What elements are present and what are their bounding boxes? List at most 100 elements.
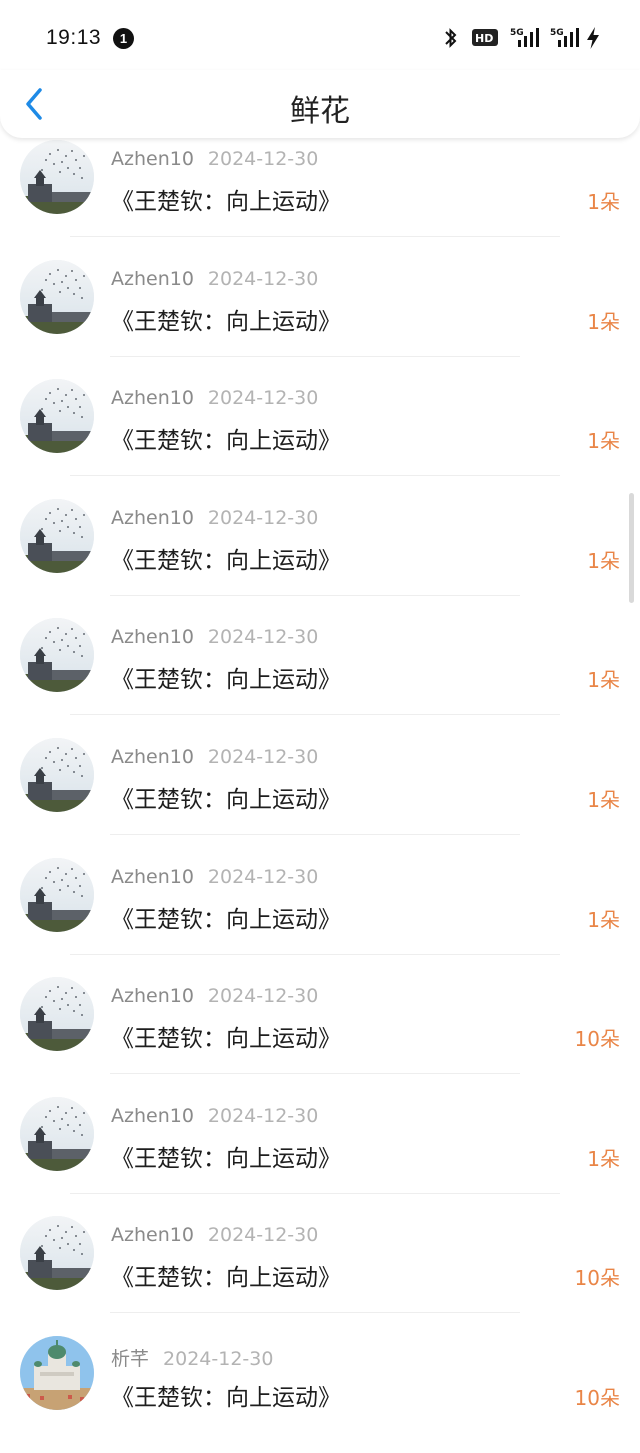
hd-voice-icon: HD — [472, 29, 498, 46]
flower-count: 1朵 — [587, 788, 620, 812]
username[interactable]: Azhen10 — [111, 985, 194, 1007]
item-meta: Azhen10 2024-12-30 — [111, 387, 318, 409]
item-title[interactable]: 《王楚钦：向上运动》 — [111, 421, 341, 455]
list-item[interactable]: Azhen10 2024-12-30 《王楚钦：向上运动》 1朵 — [0, 497, 640, 616]
avatar[interactable] — [20, 259, 94, 334]
scrollbar[interactable] — [629, 493, 634, 603]
list-item[interactable]: Azhen10 2024-12-30 《王楚钦：向上运动》 1朵 — [0, 616, 640, 735]
divider — [110, 1073, 520, 1075]
item-title[interactable]: 《王楚钦：向上运动》 — [111, 660, 341, 694]
date: 2024-12-30 — [207, 506, 319, 529]
avatar[interactable] — [20, 738, 94, 812]
item-meta: Azhen10 2024-12-30 — [111, 746, 318, 768]
date: 2024-12-30 — [207, 267, 319, 290]
5g-signal-icon: 5G — [510, 28, 539, 47]
divider — [110, 594, 520, 596]
flower-count: 1朵 — [587, 190, 620, 214]
avatar[interactable] — [20, 1096, 94, 1171]
date: 2024-12-30 — [207, 746, 319, 768]
list-item[interactable]: Azhen10 2024-12-30 《王楚钦：向上运动》 1朵 — [0, 736, 640, 855]
item-meta: Azhen10 2024-12-30 — [111, 507, 318, 529]
divider — [110, 355, 520, 357]
item-title[interactable]: 《王楚钦：向上运动》 — [111, 1378, 341, 1412]
username[interactable]: Azhen10 — [111, 268, 194, 290]
date: 2024-12-30 — [207, 148, 319, 170]
date: 2024-12-30 — [207, 387, 319, 410]
item-meta: Azhen10 2024-12-30 — [111, 148, 318, 170]
date: 2024-12-30 — [207, 1104, 319, 1127]
5g-signal-icon: 5G — [550, 28, 579, 47]
avatar[interactable] — [20, 1216, 94, 1291]
avatar[interactable] — [20, 977, 94, 1052]
item-meta: Azhen10 2024-12-30 — [111, 1224, 318, 1246]
status-time: 19:13 — [46, 26, 102, 49]
flower-count: 1朵 — [587, 548, 620, 573]
username[interactable]: Azhen10 — [111, 866, 194, 888]
flower-count: 1朵 — [587, 309, 620, 334]
avatar[interactable] — [20, 140, 94, 214]
item-title[interactable]: 《王楚钦：向上运动》 — [111, 302, 341, 336]
date: 2024-12-30 — [207, 1224, 319, 1247]
item-title[interactable]: 《王楚钦：向上运动》 — [111, 780, 341, 814]
list-item[interactable]: Azhen10 2024-12-30 《王楚钦：向上运动》 10朵 — [0, 975, 640, 1094]
flower-count: 10朵 — [574, 1386, 620, 1410]
divider — [70, 475, 560, 477]
flower-count: 1朵 — [587, 668, 620, 693]
flower-count: 1朵 — [587, 429, 620, 454]
date: 2024-12-30 — [207, 985, 319, 1008]
list-item[interactable]: Azhen10 2024-12-30 《王楚钦：向上运动》 1朵 — [0, 377, 640, 496]
list-item[interactable]: Azhen10 2024-12-30 《王楚钦：向上运动》 10朵 — [0, 1214, 640, 1333]
item-title[interactable]: 《王楚钦：向上运动》 — [111, 1139, 341, 1173]
item-meta: Azhen10 2024-12-30 — [111, 1105, 318, 1127]
date: 2024-12-30 — [163, 1348, 274, 1370]
flower-count: 1朵 — [587, 1146, 620, 1171]
date: 2024-12-30 — [207, 626, 319, 649]
item-title[interactable]: 《王楚钦：向上运动》 — [111, 541, 341, 575]
item-meta: Azhen10 2024-12-30 — [111, 866, 318, 888]
username[interactable]: Azhen10 — [111, 1105, 194, 1127]
username[interactable]: 析芊 — [111, 1348, 149, 1370]
username[interactable]: Azhen10 — [111, 1224, 194, 1246]
item-title[interactable]: 《王楚钦：向上运动》 — [111, 1019, 341, 1053]
divider — [70, 714, 560, 716]
list-item[interactable]: Azhen10 2024-12-30 《王楚钦：向上运动》 1朵 — [0, 1095, 640, 1214]
page-title: 鲜花 — [290, 94, 350, 129]
list-item[interactable]: 析芊 2024-12-30 《王楚钦：向上运动》 10朵 — [0, 1334, 640, 1453]
nav-bar: 鲜花 — [0, 70, 640, 138]
divider — [110, 834, 520, 835]
status-bar: 19:13 1 HD 5G 5G — [0, 0, 640, 76]
username[interactable]: Azhen10 — [111, 148, 194, 170]
flower-count: 1朵 — [587, 907, 620, 932]
divider — [70, 236, 560, 237]
list-item[interactable]: Azhen10 2024-12-30 《王楚钦：向上运动》 1朵 — [0, 856, 640, 975]
divider — [70, 953, 560, 955]
username[interactable]: Azhen10 — [111, 387, 194, 409]
item-meta: Azhen10 2024-12-30 — [111, 985, 318, 1007]
list-item[interactable]: Azhen10 2024-12-30 《王楚钦：向上运动》 1朵 — [0, 258, 640, 377]
avatar[interactable] — [20, 857, 94, 932]
date: 2024-12-30 — [207, 865, 319, 888]
item-meta: 析芊 2024-12-30 — [111, 1344, 273, 1371]
list-item[interactable]: Azhen10 2024-12-30 《王楚钦：向上运动》 1朵 — [0, 138, 640, 257]
flower-count: 10朵 — [574, 1266, 620, 1291]
avatar[interactable] — [20, 1336, 94, 1410]
bluetooth-icon — [445, 28, 457, 48]
username[interactable]: Azhen10 — [111, 507, 194, 529]
item-meta: Azhen10 2024-12-30 — [111, 268, 318, 290]
item-title[interactable]: 《王楚钦：向上运动》 — [111, 1258, 341, 1292]
divider — [70, 1192, 560, 1194]
username[interactable]: Azhen10 — [111, 626, 194, 648]
svg-text:HD: HD — [475, 32, 493, 45]
item-title[interactable]: 《王楚钦：向上运动》 — [111, 900, 341, 934]
item-meta: Azhen10 2024-12-30 — [111, 626, 318, 648]
username[interactable]: Azhen10 — [111, 746, 194, 768]
avatar[interactable] — [20, 379, 94, 454]
avatar[interactable] — [20, 618, 94, 693]
charging-icon — [587, 27, 599, 49]
svg-text:5G: 5G — [550, 28, 564, 38]
item-title[interactable]: 《王楚钦：向上运动》 — [111, 182, 341, 216]
flower-count: 10朵 — [574, 1027, 620, 1052]
svg-text:5G: 5G — [510, 28, 524, 38]
avatar[interactable] — [20, 498, 94, 573]
notification-badge: 1 — [113, 28, 134, 49]
